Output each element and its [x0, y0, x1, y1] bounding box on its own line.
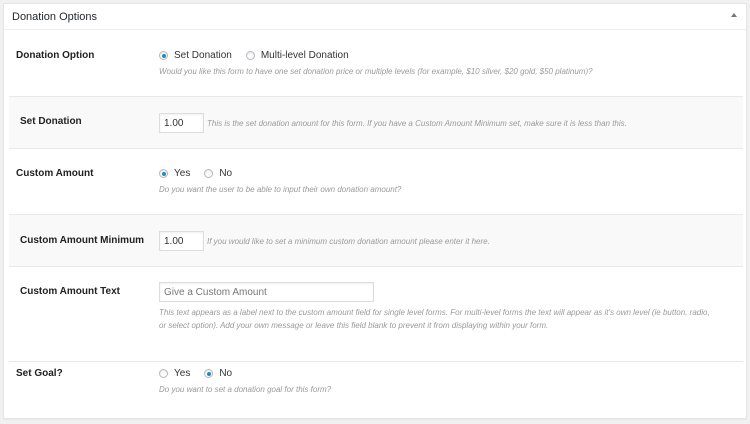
radio-custom-amount-yes[interactable]: Yes [159, 168, 190, 179]
custom-amount-minimum-description: If you would like to set a minimum custo… [207, 236, 490, 246]
donation-option-row: Donation Option Set Donation Multi-level… [9, 44, 743, 94]
radio-button[interactable] [204, 169, 214, 178]
set-donation-amount-input[interactable] [159, 113, 204, 133]
donation-options-metabox: Donation Options Donation Option Set Don… [3, 3, 747, 419]
custom-amount-text-input[interactable] [159, 282, 374, 302]
radio-label: Yes [174, 168, 191, 179]
custom-amount-radio-group: Yes No [159, 168, 401, 179]
radio-button[interactable] [159, 169, 168, 178]
set-goal-label: Set Goal? [16, 368, 63, 379]
set-donation-label: Set Donation [20, 116, 82, 127]
radio-label: Set Donation [174, 50, 232, 61]
description-line: or select option). Add your own message … [159, 321, 549, 330]
collapse-arrow-icon[interactable] [731, 13, 737, 17]
metabox-title: Donation Options [12, 11, 97, 23]
donation-option-label: Donation Option [16, 50, 95, 61]
radio-button[interactable] [204, 369, 214, 378]
description-line: This text appears as a label next to the… [159, 308, 710, 317]
radio-button[interactable] [159, 369, 168, 378]
custom-amount-row: Custom Amount Yes No Do you want the use… [9, 162, 743, 212]
radio-label: No [219, 168, 233, 179]
custom-amount-text-label: Custom Amount Text [20, 286, 120, 297]
radio-set-goal-yes[interactable]: Yes [159, 368, 190, 379]
set-goal-row: Set Goal? Yes No Do you want to set a do… [9, 361, 743, 411]
set-goal-radio-group: Yes No [159, 368, 331, 379]
set-donation-description: This is the set donation amount for this… [207, 118, 627, 128]
custom-amount-minimum-input[interactable] [159, 231, 204, 251]
radio-button[interactable] [159, 51, 168, 60]
metabox-header[interactable]: Donation Options [4, 4, 746, 30]
custom-amount-label: Custom Amount [16, 168, 94, 179]
radio-label: No [219, 368, 233, 379]
radio-custom-amount-no[interactable]: No [204, 168, 232, 179]
custom-amount-minimum-label: Custom Amount Minimum [20, 235, 145, 246]
radio-set-goal-no[interactable]: No [204, 368, 232, 379]
radio-multi-level-donation[interactable]: Multi-level Donation [245, 50, 349, 61]
custom-amount-text-row: Custom Amount Text This text appears as … [9, 269, 743, 347]
radio-button[interactable] [245, 51, 255, 60]
set-donation-row: Set Donation This is the set donation am… [9, 96, 743, 149]
set-goal-description: Do you want to set a donation goal for t… [159, 385, 332, 394]
donation-option-radio-group: Set Donation Multi-level Donation [159, 50, 593, 61]
radio-label: Yes [174, 368, 191, 379]
radio-set-donation[interactable]: Set Donation [159, 50, 232, 61]
custom-amount-description: Do you want the user to be able to input… [159, 185, 402, 194]
radio-label: Multi-level Donation [260, 50, 349, 61]
custom-amount-text-description: This text appears as a label next to the… [159, 306, 710, 332]
custom-amount-minimum-row: Custom Amount Minimum If you would like … [9, 214, 743, 267]
donation-option-description: Would you like this form to have one set… [159, 67, 593, 76]
